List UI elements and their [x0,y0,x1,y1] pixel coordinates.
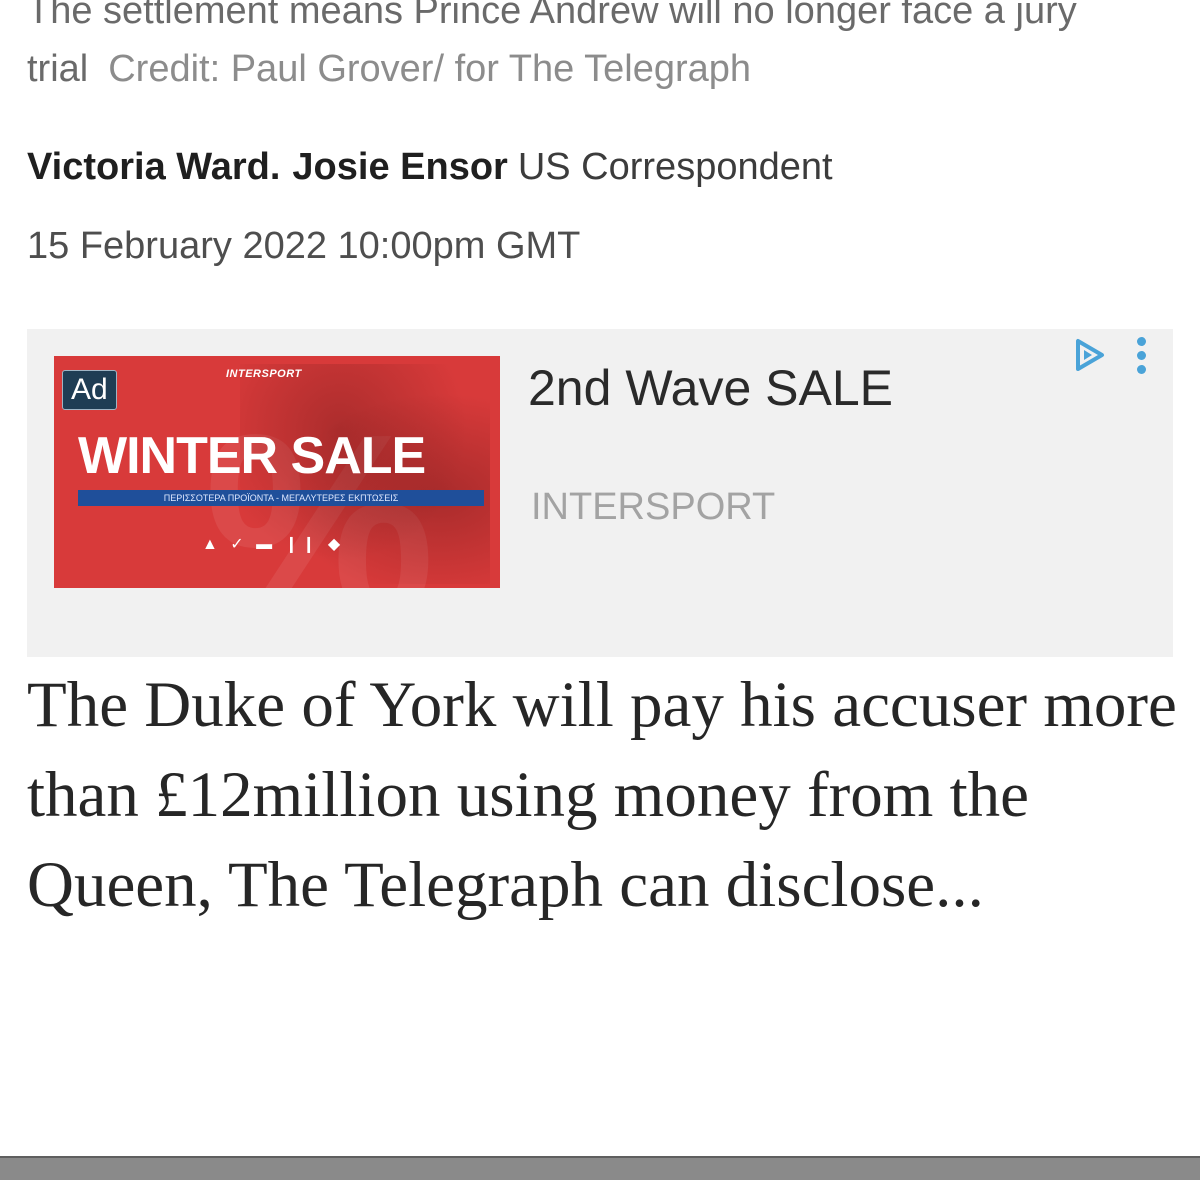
ad-badge: Ad [62,370,117,410]
author-role: US Correspondent [517,146,833,188]
photo-credit: Credit: Paul Grover/ for The Telegraph [108,48,752,90]
publish-date: 15 February 2022 10:00pm GMT [27,225,581,267]
article-lede: The Duke of York will pay his accuser mo… [27,669,1177,921]
bottom-bar [0,1156,1200,1180]
adchoices-icon[interactable] [1069,335,1109,375]
photo-caption: The settlement means Prince Andrew will … [27,0,1187,98]
ad-advertiser: INTERSPORT [531,486,776,528]
ad-title[interactable]: 2nd Wave SALE [528,359,893,417]
ad-image-brand: INTERSPORT [226,368,302,380]
adchoices-icon-svg [1076,339,1104,371]
ad-unit[interactable]: % Ad INTERSPORT WINTER SALE ΠΕΡΙΣΣΟΤΕΡΑ … [27,329,1173,657]
ad-image-strip: ΠΕΡΙΣΣΟΤΕΡΑ ΠΡΟΪΟΝΤΑ - ΜΕΓΑΛΥΤΕΡΕΣ ΕΚΠΤΩ… [78,490,484,506]
author-victoria-ward[interactable]: Victoria Ward. [27,146,280,188]
byline: Victoria Ward. Josie Ensor US Corresponden… [27,142,833,192]
paywall-fade [0,935,1200,1015]
author-josie-ensor[interactable]: Josie Ensor [292,146,507,188]
ad-image[interactable]: % Ad INTERSPORT WINTER SALE ΠΕΡΙΣΣΟΤΕΡΑ … [54,356,500,588]
kebab-menu-icon[interactable] [1132,337,1150,379]
ad-image-headline: WINTER SALE [78,427,426,485]
ad-image-logos: ▲ ✓ ▬ ❙❙ ◆ [202,536,345,553]
